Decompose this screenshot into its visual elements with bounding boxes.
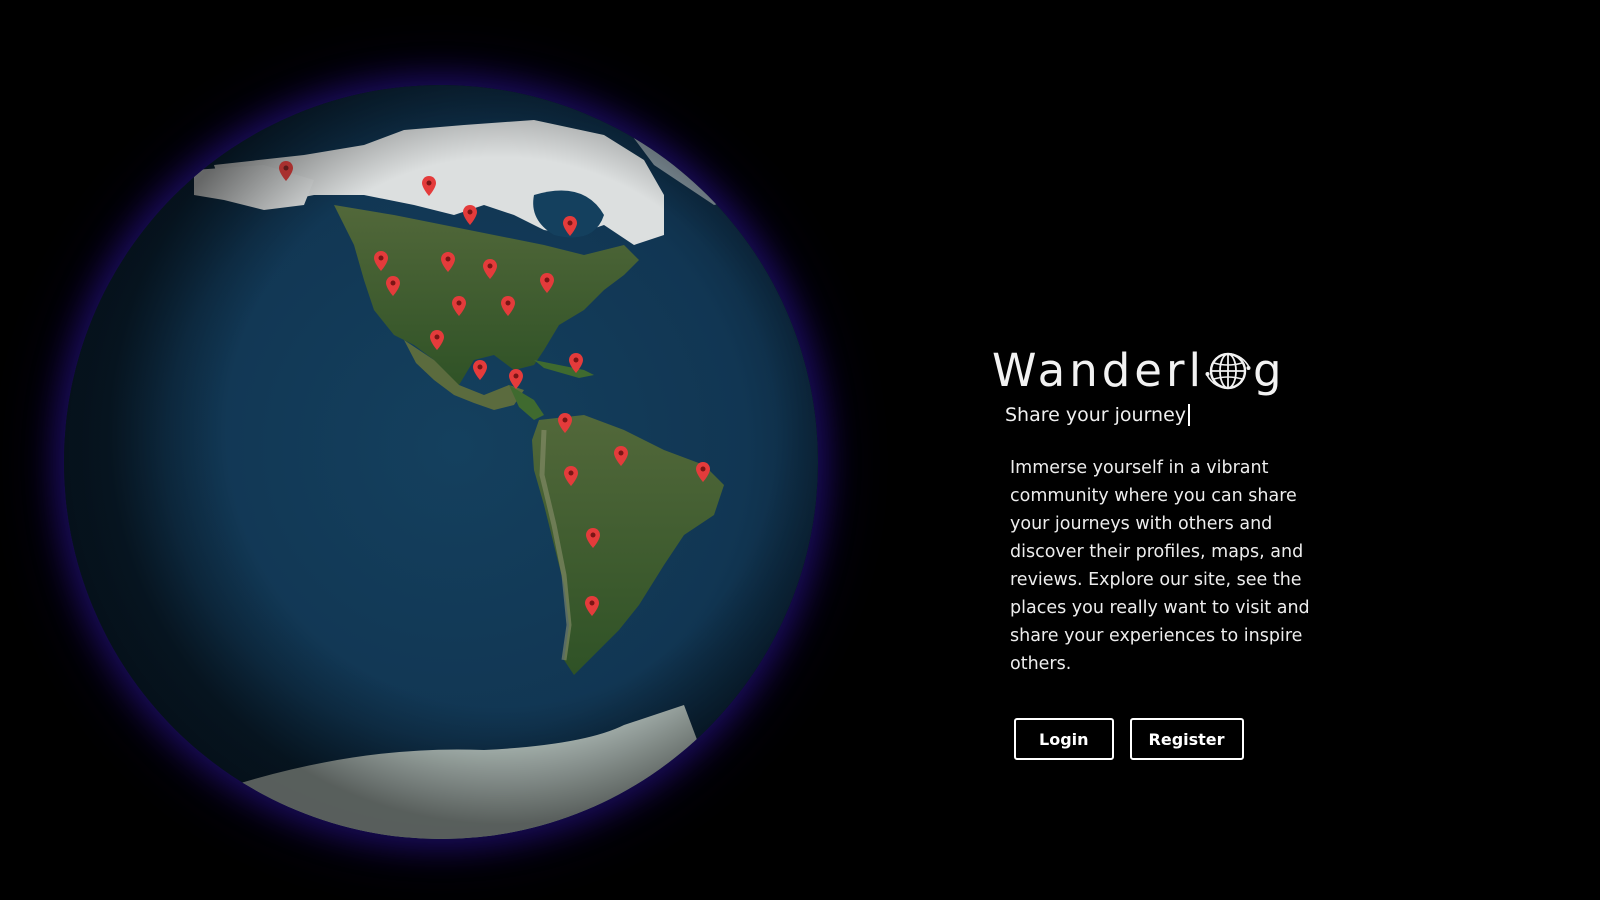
map-pin-icon[interactable] — [422, 176, 436, 196]
brand-panel: Wanderl g Share your journey Immerse you… — [992, 342, 1354, 760]
login-button[interactable]: Login — [1014, 718, 1114, 760]
auth-actions: Login Register — [1014, 718, 1354, 760]
map-pin-icon[interactable] — [279, 161, 293, 181]
globe[interactable] — [64, 85, 818, 839]
map-pin-icon[interactable] — [564, 466, 578, 486]
intro-description: Immerse yourself in a vibrant community … — [1010, 458, 1310, 674]
map-pin-icon[interactable] — [374, 251, 388, 271]
register-button[interactable]: Register — [1129, 718, 1244, 760]
map-pin-icon[interactable] — [569, 353, 583, 373]
map-pin-icon[interactable] — [430, 330, 444, 350]
globe-icon — [1205, 348, 1251, 394]
map-pin-icon[interactable] — [614, 446, 628, 466]
typing-cursor — [1188, 404, 1191, 426]
landing-page: Wanderl g Share your journey Immerse you… — [0, 0, 1600, 900]
logo: Wanderl g — [992, 342, 1354, 400]
map-pin-icon[interactable] — [558, 413, 572, 433]
map-pin-icon[interactable] — [696, 462, 710, 482]
map-pin-icon[interactable] — [386, 276, 400, 296]
map-pin-icon[interactable] — [441, 252, 455, 272]
logo-text-prefix: Wanderl — [992, 344, 1205, 397]
tagline-text: Share your journey — [1005, 404, 1187, 426]
map-pin-icon[interactable] — [509, 369, 523, 389]
map-pin-icon[interactable] — [540, 273, 554, 293]
map-pin-icon[interactable] — [586, 528, 600, 548]
map-pin-icon[interactable] — [501, 296, 515, 316]
tagline: Share your journey — [1005, 402, 1354, 428]
map-pin-icon[interactable] — [463, 205, 477, 225]
map-pin-icon[interactable] — [483, 259, 497, 279]
map-pin-icon[interactable] — [452, 296, 466, 316]
map-pin-icon[interactable] — [563, 216, 577, 236]
map-pin-icon[interactable] — [473, 360, 487, 380]
map-pin-icon[interactable] — [585, 596, 599, 616]
logo-text-suffix: g — [1252, 344, 1286, 397]
